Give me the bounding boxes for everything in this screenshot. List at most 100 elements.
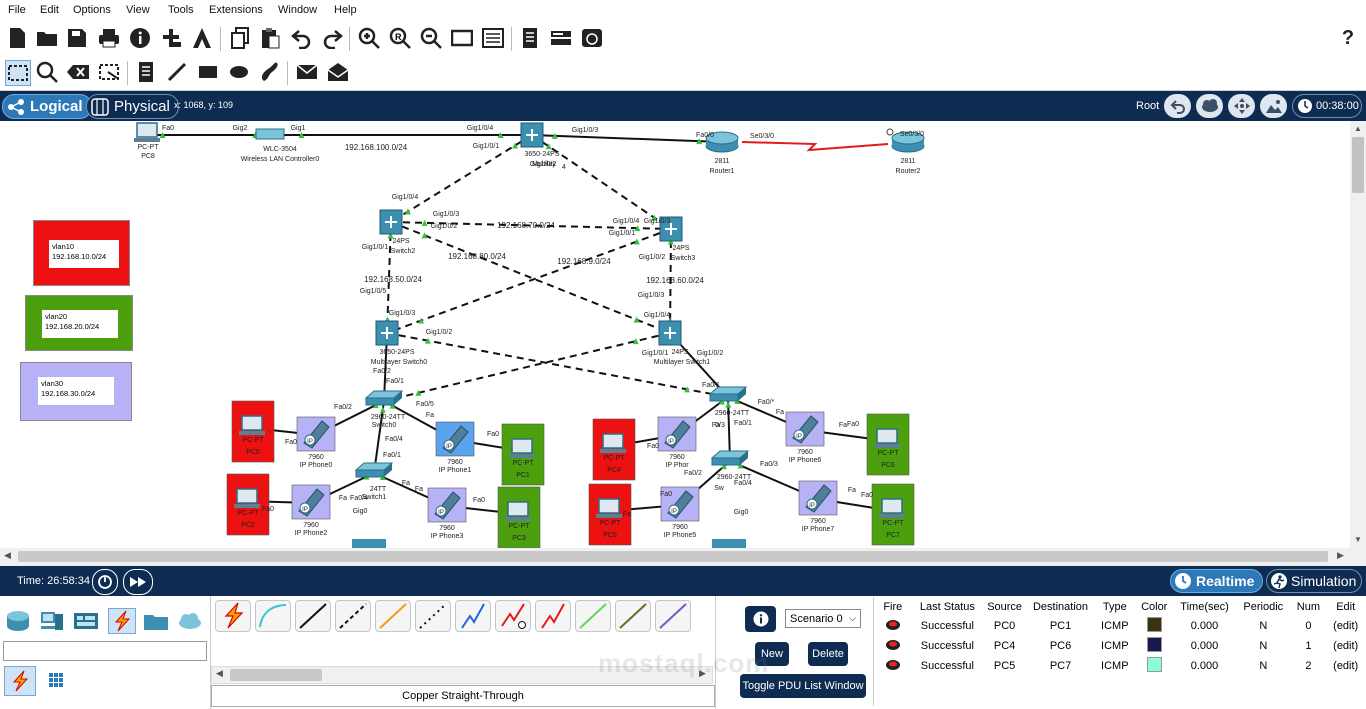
delete-scenario-button[interactable]: Delete [808,642,848,666]
vlan30-note[interactable]: vlan30 192.168.30.0/24 [20,362,132,421]
cable-phone-icon[interactable] [415,600,451,632]
cable-coaxial-icon[interactable] [455,600,491,632]
phone7-device[interactable]: IP 7960IP Phone7 [798,480,838,533]
cable-octal-icon[interactable] [575,600,611,632]
miscellaneous-icon[interactable] [142,608,170,634]
link-router1-router2[interactable] [741,141,889,152]
cable-iot-custom-cable-icon[interactable] [615,600,651,632]
menu-help[interactable]: Help [334,4,357,16]
menu-view[interactable]: View [126,4,150,16]
cable-fiber-icon[interactable] [375,600,411,632]
scenario-select[interactable]: Scenario 0 ⌵ [785,609,861,628]
horizontal-scrollbar[interactable]: ◀ ▶ [0,548,1366,565]
menu-extensions[interactable]: Extensions [209,4,263,16]
components-icon[interactable] [72,608,100,634]
pdu-row[interactable]: Successful PC0 PC1 ICMP 0.000 N 0 (edit) [874,616,1366,636]
link-ml_top-switch2[interactable] [390,134,533,223]
custom-device-icon[interactable] [481,26,505,50]
cable-serial-dte-icon[interactable] [535,600,571,632]
add-simple-pdu-icon[interactable] [295,60,319,84]
phone0-device[interactable]: IP 7960IP Phone0 [296,416,336,469]
fast-forward-button[interactable] [123,569,153,595]
cable-automatic-icon[interactable] [215,600,251,632]
pdu-edit-link[interactable]: (edit) [1325,616,1366,636]
cable-usb-icon[interactable] [655,600,691,632]
pc1-device[interactable]: PC-PT PC1 [501,423,545,486]
copy-icon[interactable] [228,26,252,50]
network-devices-icon[interactable] [4,608,32,634]
menu-edit[interactable]: Edit [40,4,59,16]
place-note-icon[interactable] [134,60,158,84]
pc8-device[interactable]: PC-PT PC8 [134,122,160,160]
cable-serial-dce-icon[interactable] [495,600,531,632]
simulation-mode-button[interactable]: Simulation [1266,569,1362,593]
phone6-device[interactable]: IP 7960IP Phone6 [785,411,825,464]
draw-freeform-icon[interactable] [257,60,281,84]
zoom-reset-icon[interactable]: R [388,26,412,50]
menu-window[interactable]: Window [278,4,317,16]
drawing-palette-icon[interactable] [450,26,474,50]
viewport-clock[interactable]: 00:38:00 [1292,94,1362,118]
info-icon[interactable] [128,26,152,50]
web-browser-icon[interactable] [580,26,604,50]
end-devices-icon[interactable] [38,608,66,634]
router2-device[interactable]: 2811 Router2 [891,131,925,175]
pdu-edit-link[interactable]: (edit) [1325,636,1366,656]
pc3-device[interactable]: PC-PT PC3 [497,486,541,548]
logical-workspace[interactable]: PC-PT PC8 WLC-3504 Wireless LAN Controller0… [0,121,1350,548]
cable-scroll-thumb[interactable] [230,669,322,681]
vlan20-note[interactable]: vlan20 192.168.20.0/24 [25,295,133,351]
add-complex-pdu-icon[interactable] [326,60,350,84]
cable-copper-cross-over-icon[interactable] [335,600,371,632]
notes-icon[interactable] [518,26,542,50]
help-icon[interactable]: ? [1336,26,1360,50]
realtime-mode-button[interactable]: Realtime [1170,569,1263,593]
cable-copper-straight-through-icon[interactable] [295,600,331,632]
pdu-row[interactable]: Successful PC4 PC6 ICMP 0.000 N 1 (edit) [874,636,1366,656]
select-icon[interactable] [5,60,31,86]
zoom-out-icon[interactable] [419,26,443,50]
set-background-icon[interactable] [1260,94,1287,118]
move-object-icon[interactable] [1228,94,1255,118]
inspect-icon[interactable] [35,60,59,84]
multiuser-connection-icon[interactable] [176,608,204,634]
undo-icon[interactable] [290,26,314,50]
new-file-icon[interactable] [5,26,29,50]
phone3-device[interactable]: IP 7960IP Phone3 [427,487,467,540]
horizontal-scroll-thumb[interactable] [18,551,1328,562]
device-search-field[interactable] [3,641,207,661]
pdu-edit-link[interactable]: (edit) [1325,656,1366,676]
pc4-device[interactable]: PC-PT PC4 [592,418,636,481]
phone2-device[interactable]: IP 7960IP Phone2 [291,484,331,537]
redo-icon[interactable] [320,26,344,50]
open-folder-icon[interactable] [35,26,59,50]
pc0-device[interactable]: PC-PT PC0 [231,400,275,463]
mlswitch1-device[interactable]: 24PS Multilayer Switch1 [654,320,711,366]
save-icon[interactable] [65,26,89,50]
menu-options[interactable]: Options [73,4,111,16]
physical-view-button[interactable]: Physical [86,94,179,119]
logical-view-button[interactable]: Logical [2,94,92,119]
activity-wizard-icon[interactable] [190,26,214,50]
switch_r2-device[interactable]: 2960-24TT [710,450,752,481]
fire-indicator-icon[interactable] [874,656,912,676]
pdu-row[interactable]: Successful PC5 PC7 ICMP 0.000 N 2 (edit) [874,656,1366,676]
new-cluster-icon[interactable] [1196,94,1223,118]
menu-file[interactable]: File [8,4,26,16]
grid-view-icon[interactable] [46,670,66,690]
power-cycle-button[interactable] [92,569,118,595]
draw-ellipse-icon[interactable] [227,60,251,84]
pc2-device[interactable]: PC-PT PC2 [226,473,270,536]
connections-icon[interactable] [108,608,136,634]
draw-rectangle-icon[interactable] [196,60,220,84]
delete-icon[interactable] [66,60,90,84]
vertical-scrollbar[interactable]: ▲ ▼ [1350,121,1366,548]
device-template-icon[interactable] [549,26,573,50]
menu-tools[interactable]: Tools [168,4,194,16]
pc7-device[interactable]: PC-PT PC7 [871,483,915,546]
scenario-info-button[interactable] [745,606,776,632]
vlan10-note[interactable]: vlan10 192.168.10.0/24 [33,220,130,286]
fire-indicator-icon[interactable] [874,636,912,656]
vertical-scroll-thumb[interactable] [1352,137,1364,193]
access-point-device[interactable] [352,539,386,548]
